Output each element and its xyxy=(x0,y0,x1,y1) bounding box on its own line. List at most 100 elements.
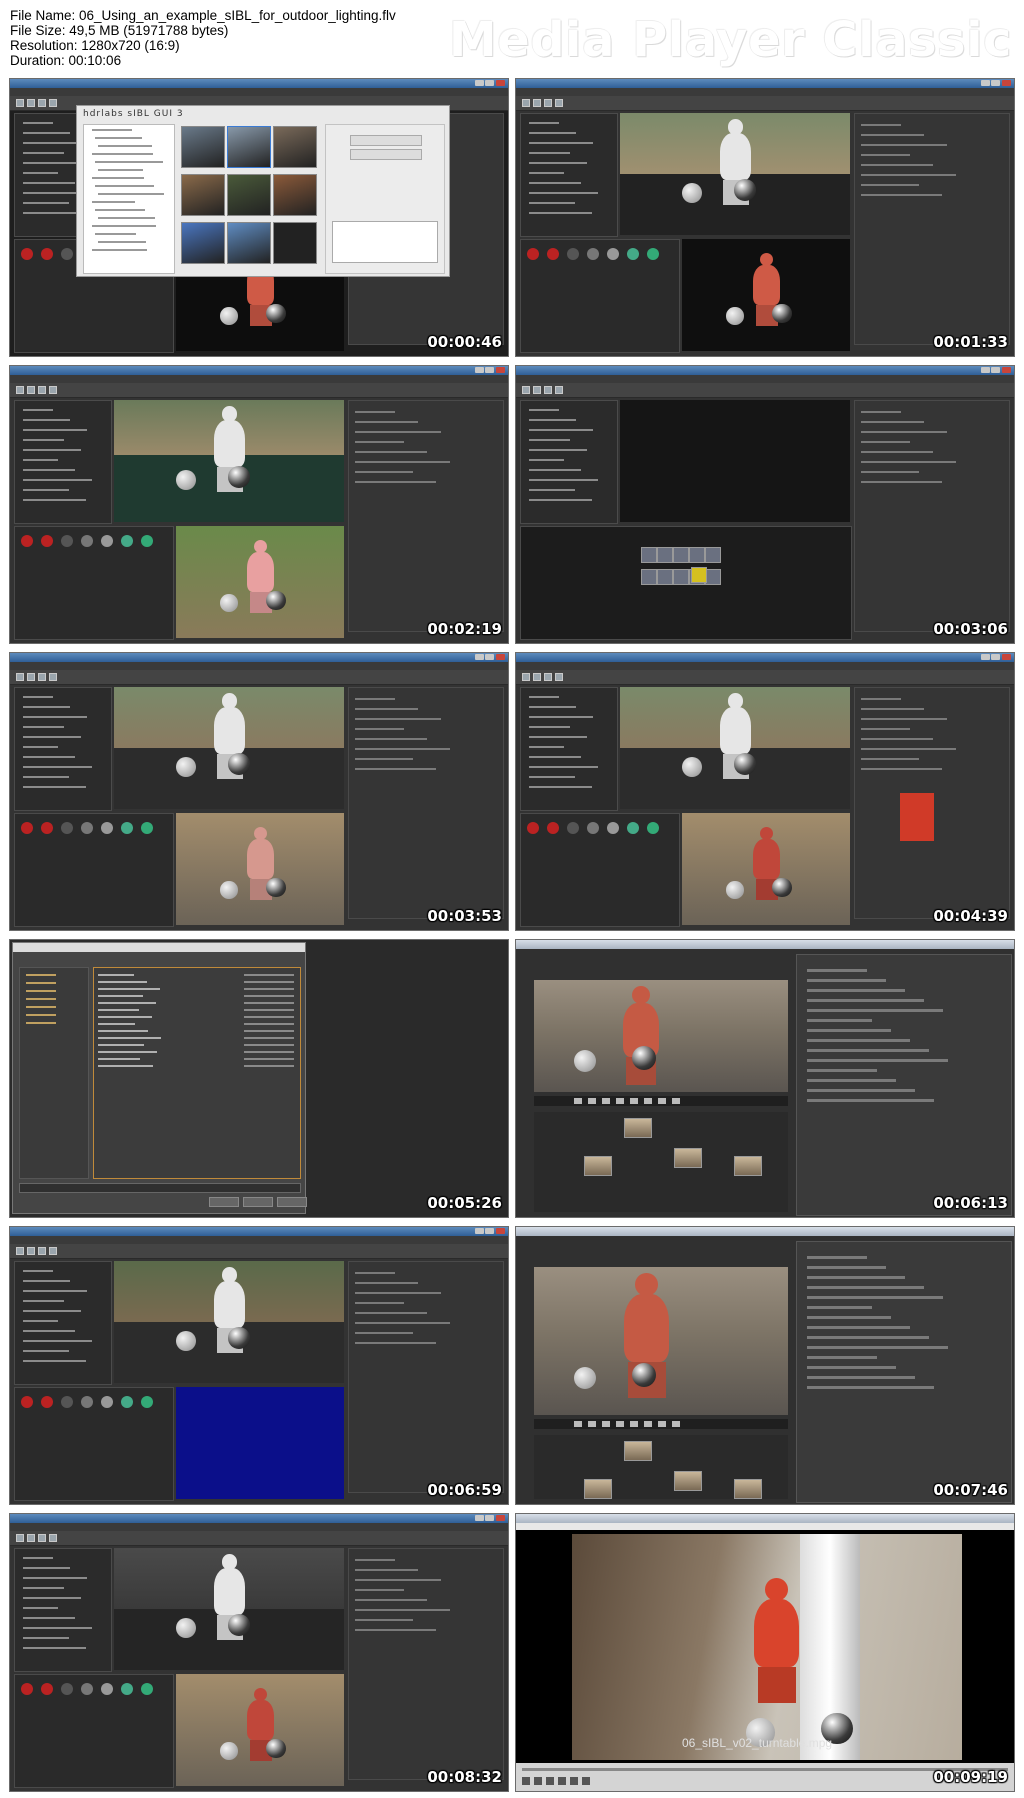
playback-button[interactable] xyxy=(588,1421,596,1427)
maximize-button[interactable] xyxy=(485,80,494,86)
playback-button[interactable] xyxy=(672,1098,680,1104)
hdri-thumbnail[interactable] xyxy=(227,222,271,264)
playback-button[interactable] xyxy=(658,1421,666,1427)
playback-button[interactable] xyxy=(574,1098,582,1104)
playback-button[interactable] xyxy=(588,1098,596,1104)
shelf-icon[interactable] xyxy=(533,673,541,681)
video-thumbnail[interactable]: 00:05:26 xyxy=(9,939,509,1218)
shelf-icon[interactable] xyxy=(16,1247,24,1255)
minimize-button[interactable] xyxy=(981,654,990,660)
playback-button[interactable] xyxy=(644,1098,652,1104)
shelf-icon[interactable] xyxy=(16,99,24,107)
control-button[interactable] xyxy=(522,1777,530,1785)
hdri-thumbnail[interactable] xyxy=(181,174,225,216)
video-thumbnail[interactable]: 00:07:46 xyxy=(515,1226,1015,1505)
hdri-thumbnail[interactable] xyxy=(181,222,225,264)
shelf-icon[interactable] xyxy=(49,1534,57,1542)
shelf-icon[interactable] xyxy=(522,386,530,394)
shelf-icon[interactable] xyxy=(533,386,541,394)
playback-button[interactable] xyxy=(616,1421,624,1427)
close-button[interactable] xyxy=(496,654,505,660)
hdri-thumbnail[interactable] xyxy=(227,126,271,168)
hdri-thumbnail[interactable] xyxy=(227,174,271,216)
video-thumbnail[interactable]: 00:06:13 xyxy=(515,939,1015,1218)
shelf-icon[interactable] xyxy=(533,99,541,107)
shelf-icon[interactable] xyxy=(38,673,46,681)
hdri-thumbnail[interactable] xyxy=(273,222,317,264)
playback-button[interactable] xyxy=(602,1421,610,1427)
control-button[interactable] xyxy=(546,1777,554,1785)
maximize-button[interactable] xyxy=(991,654,1000,660)
shelf-icon[interactable] xyxy=(49,673,57,681)
output-button[interactable] xyxy=(350,135,422,146)
shelf-icon[interactable] xyxy=(555,99,563,107)
video-thumbnail[interactable]: 00:03:06 xyxy=(515,365,1015,644)
maximize-button[interactable] xyxy=(991,80,1000,86)
shelf-icon[interactable] xyxy=(27,673,35,681)
video-thumbnail[interactable]: 00:08:32 xyxy=(9,1513,509,1792)
playback-button[interactable] xyxy=(672,1421,680,1427)
control-button[interactable] xyxy=(534,1777,542,1785)
shelf-icon[interactable] xyxy=(38,1534,46,1542)
maximize-button[interactable] xyxy=(991,367,1000,373)
video-thumbnail[interactable]: 00:01:33 xyxy=(515,78,1015,357)
shelf-icon[interactable] xyxy=(555,673,563,681)
close-button[interactable] xyxy=(496,1515,505,1521)
shelf-icon[interactable] xyxy=(49,99,57,107)
close-button[interactable] xyxy=(1002,654,1011,660)
playback-button[interactable] xyxy=(630,1421,638,1427)
shelf-icon[interactable] xyxy=(49,1247,57,1255)
shelf-icon[interactable] xyxy=(27,99,35,107)
playback-button[interactable] xyxy=(602,1098,610,1104)
playback-button[interactable] xyxy=(658,1098,666,1104)
shelf-icon[interactable] xyxy=(27,1534,35,1542)
close-button[interactable] xyxy=(1002,367,1011,373)
playback-button[interactable] xyxy=(616,1098,624,1104)
shelf-icon[interactable] xyxy=(522,673,530,681)
video-thumbnail[interactable]: 00:02:19 xyxy=(9,365,509,644)
minimize-button[interactable] xyxy=(475,1515,484,1521)
hdri-thumbnail[interactable] xyxy=(181,126,225,168)
open-button[interactable] xyxy=(209,1197,239,1207)
hdri-thumbnail[interactable] xyxy=(273,126,317,168)
close-button[interactable] xyxy=(1002,80,1011,86)
dir-button[interactable] xyxy=(277,1197,307,1207)
shelf-icon[interactable] xyxy=(16,673,24,681)
video-thumbnail[interactable]: 06_sIBL_v02_turntable.mpg 00:09:19 xyxy=(515,1513,1015,1792)
video-thumbnail[interactable]: 00:03:53 xyxy=(9,652,509,931)
minimize-button[interactable] xyxy=(475,654,484,660)
control-button[interactable] xyxy=(570,1777,578,1785)
shelf-icon[interactable] xyxy=(522,99,530,107)
shelf-icon[interactable] xyxy=(27,1247,35,1255)
hdri-thumbnail[interactable] xyxy=(273,174,317,216)
maximize-button[interactable] xyxy=(485,654,494,660)
shelf-icon[interactable] xyxy=(544,386,552,394)
path-field[interactable] xyxy=(19,1183,301,1193)
control-button[interactable] xyxy=(582,1777,590,1785)
close-button[interactable] xyxy=(496,80,505,86)
shelf-icon[interactable] xyxy=(555,386,563,394)
control-button[interactable] xyxy=(558,1777,566,1785)
video-thumbnail[interactable]: 00:06:59 xyxy=(9,1226,509,1505)
cancel-button[interactable] xyxy=(243,1197,273,1207)
playback-button[interactable] xyxy=(644,1421,652,1427)
maximize-button[interactable] xyxy=(485,1228,494,1234)
close-button[interactable] xyxy=(496,367,505,373)
maximize-button[interactable] xyxy=(485,1515,494,1521)
shelf-icon[interactable] xyxy=(16,386,24,394)
shelf-icon[interactable] xyxy=(27,386,35,394)
video-thumbnail[interactable]: hdrlabs sIBL GUI 3 00:00:46 xyxy=(9,78,509,357)
minimize-button[interactable] xyxy=(981,80,990,86)
playback-button[interactable] xyxy=(574,1421,582,1427)
shelf-icon[interactable] xyxy=(49,386,57,394)
minimize-button[interactable] xyxy=(475,1228,484,1234)
video-thumbnail[interactable]: 00:04:39 xyxy=(515,652,1015,931)
shelf-icon[interactable] xyxy=(544,99,552,107)
minimize-button[interactable] xyxy=(981,367,990,373)
playback-button[interactable] xyxy=(630,1098,638,1104)
maximize-button[interactable] xyxy=(485,367,494,373)
shelf-icon[interactable] xyxy=(16,1534,24,1542)
output-button-2[interactable] xyxy=(350,149,422,160)
minimize-button[interactable] xyxy=(475,80,484,86)
shelf-icon[interactable] xyxy=(544,673,552,681)
